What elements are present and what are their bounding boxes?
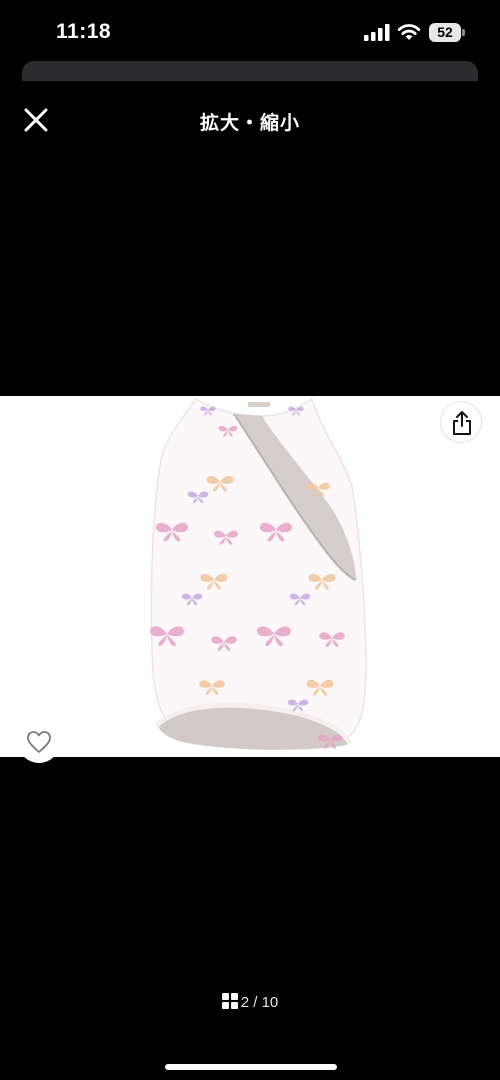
wifi-icon — [397, 24, 421, 40]
heart-icon — [27, 731, 51, 753]
battery-nub — [462, 29, 465, 36]
sleep-sack-photo — [0, 396, 500, 757]
product-image-viewer[interactable] — [0, 396, 500, 757]
page-counter: 2 / 10 — [240, 994, 279, 1011]
nav-header: 拡大・縮小 — [0, 90, 500, 150]
page-indicator: 2 / 10 — [0, 993, 500, 1011]
battery-level: 52 — [429, 23, 461, 42]
battery-icon: 52 — [429, 23, 465, 42]
like-button[interactable] — [18, 721, 60, 763]
home-indicator[interactable] — [165, 1064, 337, 1070]
share-button[interactable] — [440, 401, 482, 443]
status-bar: 11:18 52 — [0, 0, 500, 58]
share-icon — [453, 411, 471, 435]
sheet-top-edge — [22, 61, 478, 81]
page-title: 拡大・縮小 — [199, 113, 300, 134]
status-time: 11:18 — [56, 20, 112, 43]
signal-icon — [364, 24, 390, 41]
grid-icon — [221, 993, 238, 1009]
